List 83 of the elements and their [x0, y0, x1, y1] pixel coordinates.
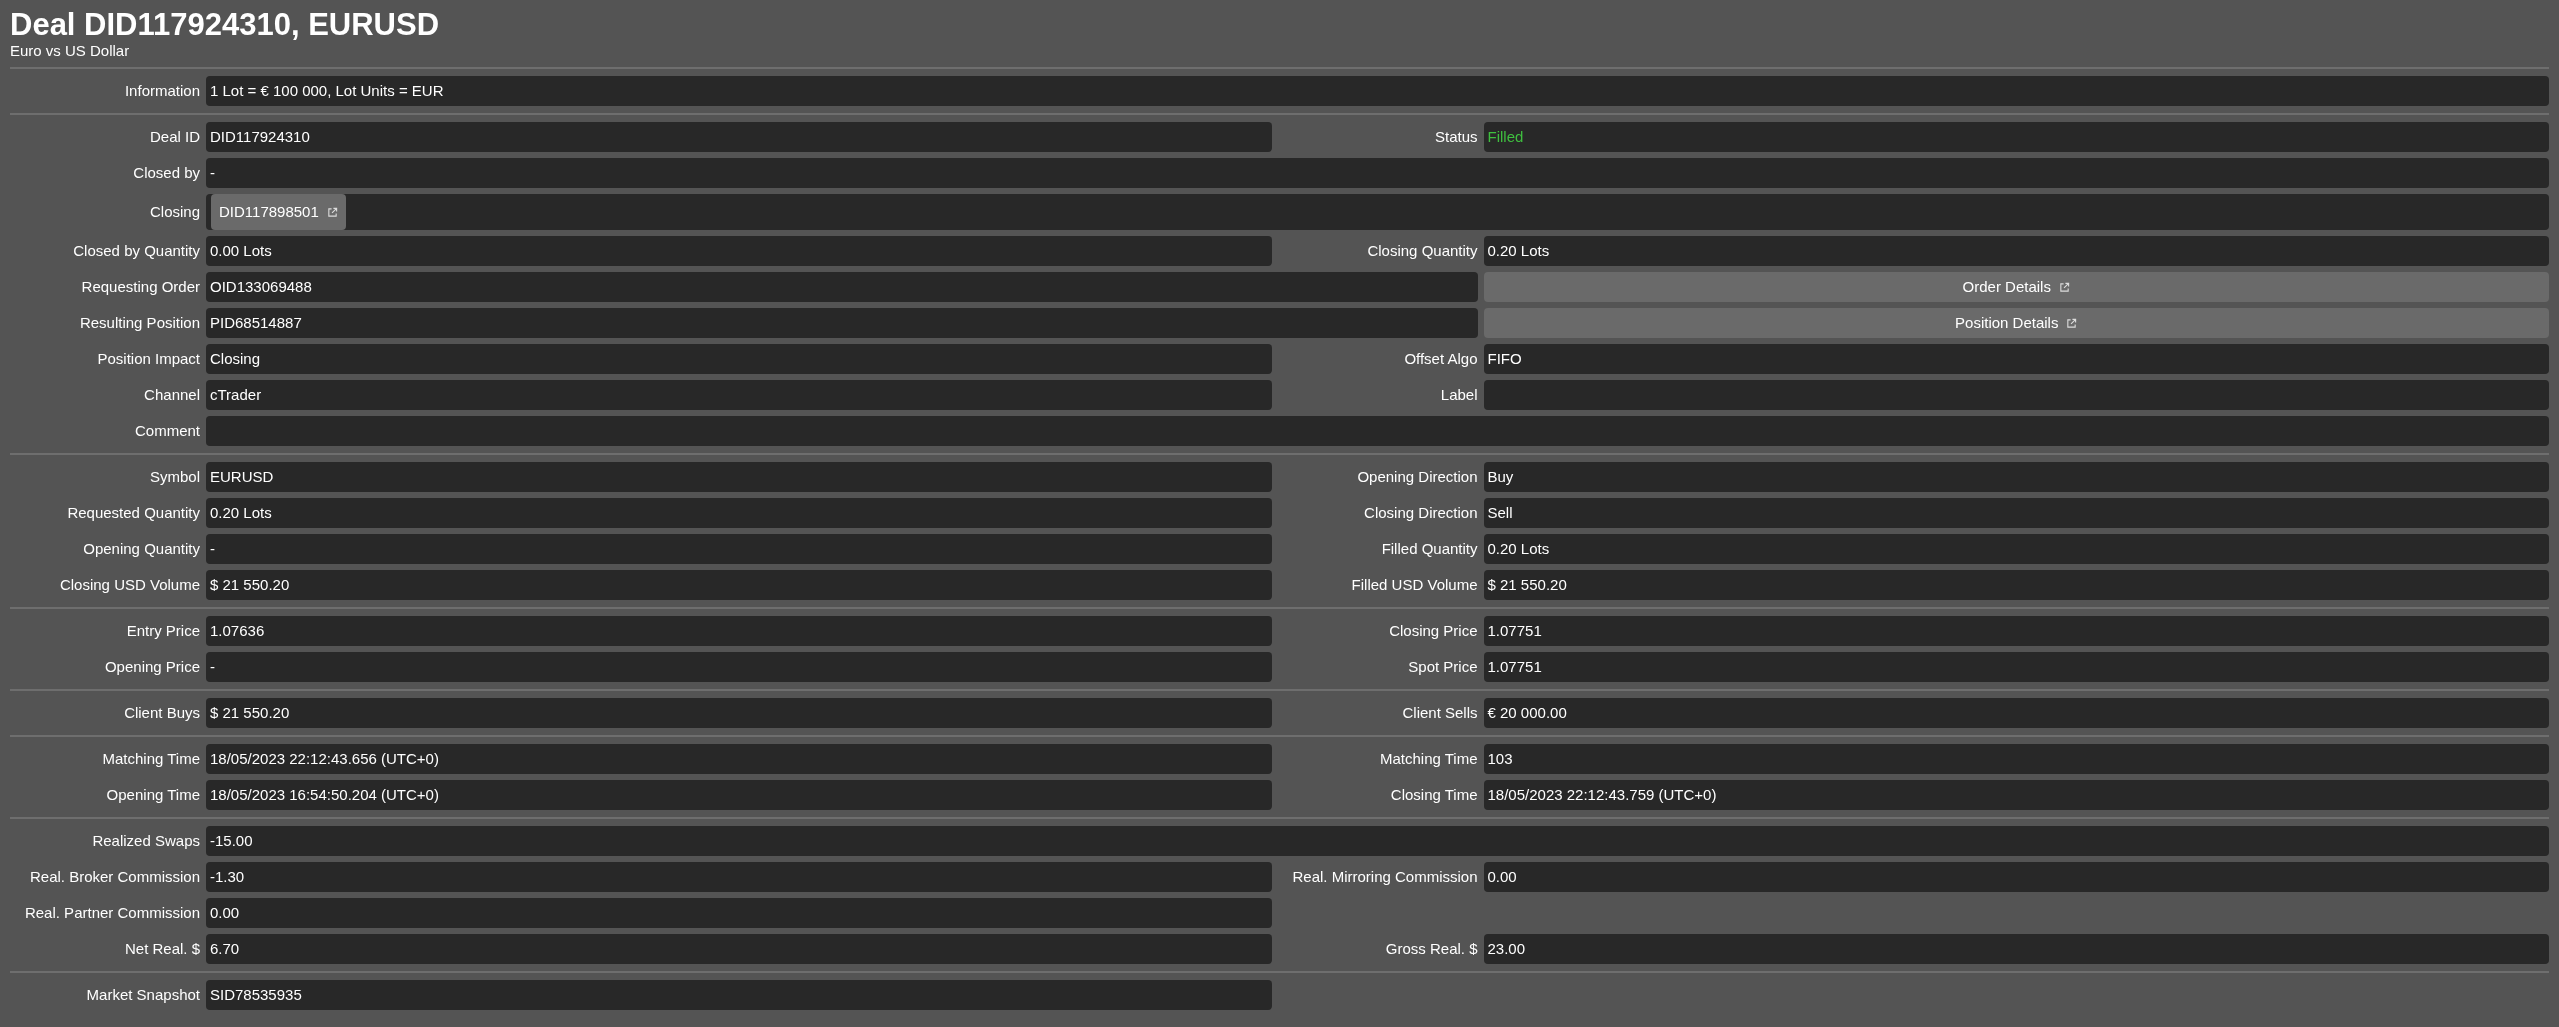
- details-button[interactable]: Position Details: [1483, 308, 2549, 339]
- field-label: Spot Price: [1407, 656, 1478, 677]
- field-label: Matching Time: [101, 748, 200, 769]
- field-label: Information: [123, 80, 200, 101]
- field-label: Comment: [133, 420, 200, 441]
- value-field: 103: [1483, 744, 2549, 775]
- field-label: Label: [1439, 384, 1478, 405]
- field-label: Resulting Position: [78, 312, 200, 333]
- value-field: Closing: [206, 344, 1272, 375]
- field-label: Client Sells: [1401, 702, 1478, 723]
- field-label: Closing Time: [1389, 784, 1478, 805]
- field-label: Matching Time: [1378, 748, 1478, 769]
- value-field: -1.30: [206, 862, 1272, 893]
- external-link-icon: [2066, 317, 2078, 329]
- field-label: Closed by: [132, 162, 200, 183]
- field-label: Position Impact: [96, 348, 200, 369]
- field-label: Deal ID: [148, 126, 200, 147]
- value-field: 18/05/2023 22:12:43.656 (UTC+0): [206, 744, 1272, 775]
- field-label: Filled USD Volume: [1350, 574, 1478, 595]
- value-field: -: [206, 534, 1272, 565]
- field-label: Real. Broker Commission: [28, 866, 200, 887]
- field-label: Client Buys: [123, 702, 200, 723]
- value-field: 18/05/2023 16:54:50.204 (UTC+0): [206, 780, 1272, 811]
- value-field: 6.70: [206, 934, 1272, 965]
- deal-link-chip[interactable]: DID117898501: [211, 194, 346, 231]
- value-field: € 20 000.00: [1483, 698, 2549, 729]
- field-label: Net Real. $: [123, 938, 200, 959]
- value-field: -: [206, 652, 1272, 683]
- field-label: Real. Partner Commission: [23, 902, 200, 923]
- value-field: 18/05/2023 22:12:43.759 (UTC+0): [1483, 780, 2549, 811]
- field-label: Opening Time: [105, 784, 200, 805]
- field-label: Market Snapshot: [85, 984, 200, 1005]
- value-field: PID68514887: [206, 308, 1478, 339]
- value-field: 1.07751: [1483, 652, 2549, 683]
- value-field: $ 21 550.20: [206, 570, 1272, 601]
- external-link-icon: [326, 206, 338, 218]
- field-label: Offset Algo: [1403, 348, 1478, 369]
- value-field: EURUSD: [206, 462, 1272, 493]
- value-field: 0.00 Lots: [206, 236, 1272, 267]
- field-label: Closing USD Volume: [58, 574, 200, 595]
- field-label: Channel: [143, 384, 200, 405]
- value-field: OID133069488: [206, 272, 1478, 303]
- value-field: DID117924310: [206, 122, 1272, 153]
- field-label: Opening Quantity: [82, 538, 200, 559]
- field-label: Status: [1433, 126, 1478, 147]
- field-label: Requested Quantity: [66, 502, 200, 523]
- external-link-icon: [2058, 281, 2070, 293]
- value-field: 0.20 Lots: [1483, 534, 2549, 565]
- value-field: Buy: [1483, 462, 2549, 493]
- details-button[interactable]: Order Details: [1483, 272, 2549, 303]
- field-label: Closing Price: [1388, 620, 1478, 641]
- value-field: FIFO: [1483, 344, 2549, 375]
- value-field: 0.20 Lots: [1483, 236, 2549, 267]
- value-field: 1 Lot = € 100 000, Lot Units = EUR: [206, 76, 2549, 107]
- page-title: Deal DID117924310, EURUSD: [10, 8, 441, 43]
- value-field: -15.00: [206, 826, 2549, 857]
- value-field: SID78535935: [206, 980, 1272, 1011]
- value-field: $ 21 550.20: [206, 698, 1272, 729]
- field-label: Symbol: [148, 466, 200, 487]
- page-subtitle: Euro vs US Dollar: [10, 42, 131, 61]
- field-label: Requesting Order: [80, 276, 200, 297]
- value-field: cTrader: [206, 380, 1272, 411]
- value-field: 1.07636: [206, 616, 1272, 647]
- field-label: Real. Mirroring Commission: [1291, 866, 1478, 887]
- field-label: Closed by Quantity: [72, 240, 200, 261]
- field-label: Gross Real. $: [1384, 938, 1478, 959]
- status-text: Filled: [1487, 128, 1524, 146]
- value-field: 0.20 Lots: [206, 498, 1272, 529]
- value-field: 0.00: [206, 898, 1272, 929]
- value-field: $ 21 550.20: [1483, 570, 2549, 601]
- value-field: 1.07751: [1483, 616, 2549, 647]
- value-field: 0.00: [1483, 862, 2549, 893]
- value-field: 23.00: [1483, 934, 2549, 965]
- field-label: Opening Direction: [1356, 466, 1478, 487]
- field-label: Realized Swaps: [91, 830, 200, 851]
- field-label: Closing Quantity: [1366, 240, 1478, 261]
- value-field: -: [206, 158, 2549, 189]
- field-label: Filled Quantity: [1380, 538, 1478, 559]
- field-label: Closing Direction: [1363, 502, 1478, 523]
- value-field: Sell: [1483, 498, 2549, 529]
- field-label: Opening Price: [103, 656, 200, 677]
- field-label: Entry Price: [125, 620, 200, 641]
- field-label: Closing: [148, 201, 200, 222]
